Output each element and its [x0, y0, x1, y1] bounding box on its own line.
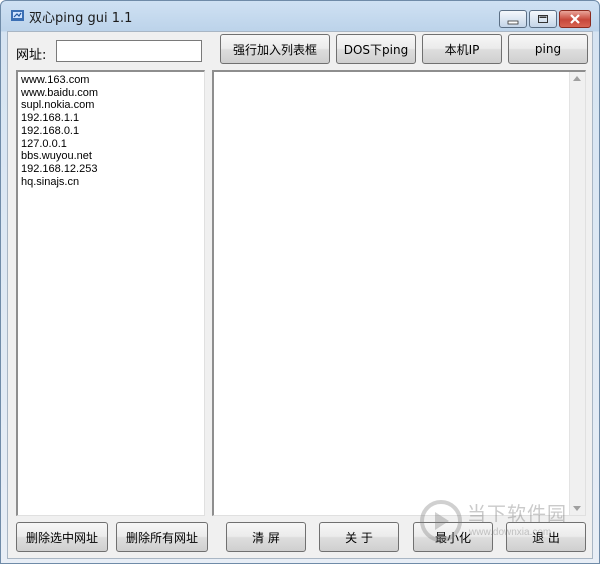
watermark-logo-icon — [420, 500, 462, 542]
watermark-subtext: www.downxia.com — [469, 527, 552, 538]
scroll-up-arrow-icon[interactable] — [573, 76, 581, 81]
list-item[interactable]: www.163.com — [18, 74, 204, 87]
clear-screen-button[interactable]: 清 屏 — [226, 522, 306, 552]
delete-all-button[interactable]: 删除所有网址 — [116, 522, 208, 552]
dos-ping-button[interactable]: DOS下ping — [336, 34, 416, 64]
minimize-icon — [507, 20, 519, 25]
app-icon — [11, 10, 24, 21]
watermark: 当下软件园 www.downxia.com — [417, 495, 587, 551]
maximize-window-button[interactable] — [529, 10, 557, 28]
list-item[interactable]: 192.168.12.253 — [18, 163, 204, 176]
ping-button[interactable]: ping — [508, 34, 588, 64]
vertical-scrollbar[interactable] — [569, 72, 585, 515]
delete-selected-button[interactable]: 删除选中网址 — [16, 522, 108, 552]
close-icon — [570, 14, 580, 24]
list-item[interactable]: hq.sinajs.cn — [18, 176, 204, 189]
url-listbox[interactable]: www.163.com www.baidu.com supl.nokia.com 19… — [16, 70, 205, 516]
output-textbox[interactable] — [212, 70, 586, 516]
title-bar[interactable]: 双心ping gui 1.1 — [1, 1, 599, 31]
url-list: www.163.com www.baidu.com supl.nokia.com 19… — [18, 72, 204, 188]
about-button[interactable]: 关 于 — [319, 522, 399, 552]
minimize-window-button[interactable] — [499, 10, 527, 28]
app-window: 双心ping gui 1.1 网址: 强行加入列表框 DOS下ping 本机IP… — [0, 0, 600, 564]
url-label: 网址: — [16, 48, 47, 63]
list-item[interactable]: 127.0.0.1 — [18, 138, 204, 151]
list-item[interactable]: bbs.wuyou.net — [18, 150, 204, 163]
list-item[interactable]: 192.168.1.1 — [18, 112, 204, 125]
list-item[interactable]: www.baidu.com — [18, 87, 204, 100]
client-area: 网址: 强行加入列表框 DOS下ping 本机IP ping www.163.c… — [7, 31, 593, 559]
url-input[interactable] — [56, 40, 202, 62]
maximize-icon — [538, 15, 548, 23]
local-ip-button[interactable]: 本机IP — [422, 34, 502, 64]
watermark-text: 当下软件园 — [467, 503, 568, 525]
force-add-button[interactable]: 强行加入列表框 — [220, 34, 330, 64]
list-item[interactable]: 192.168.0.1 — [18, 125, 204, 138]
list-item[interactable]: supl.nokia.com — [18, 99, 204, 112]
close-window-button[interactable] — [559, 10, 591, 28]
window-title: 双心ping gui 1.1 — [29, 11, 133, 26]
